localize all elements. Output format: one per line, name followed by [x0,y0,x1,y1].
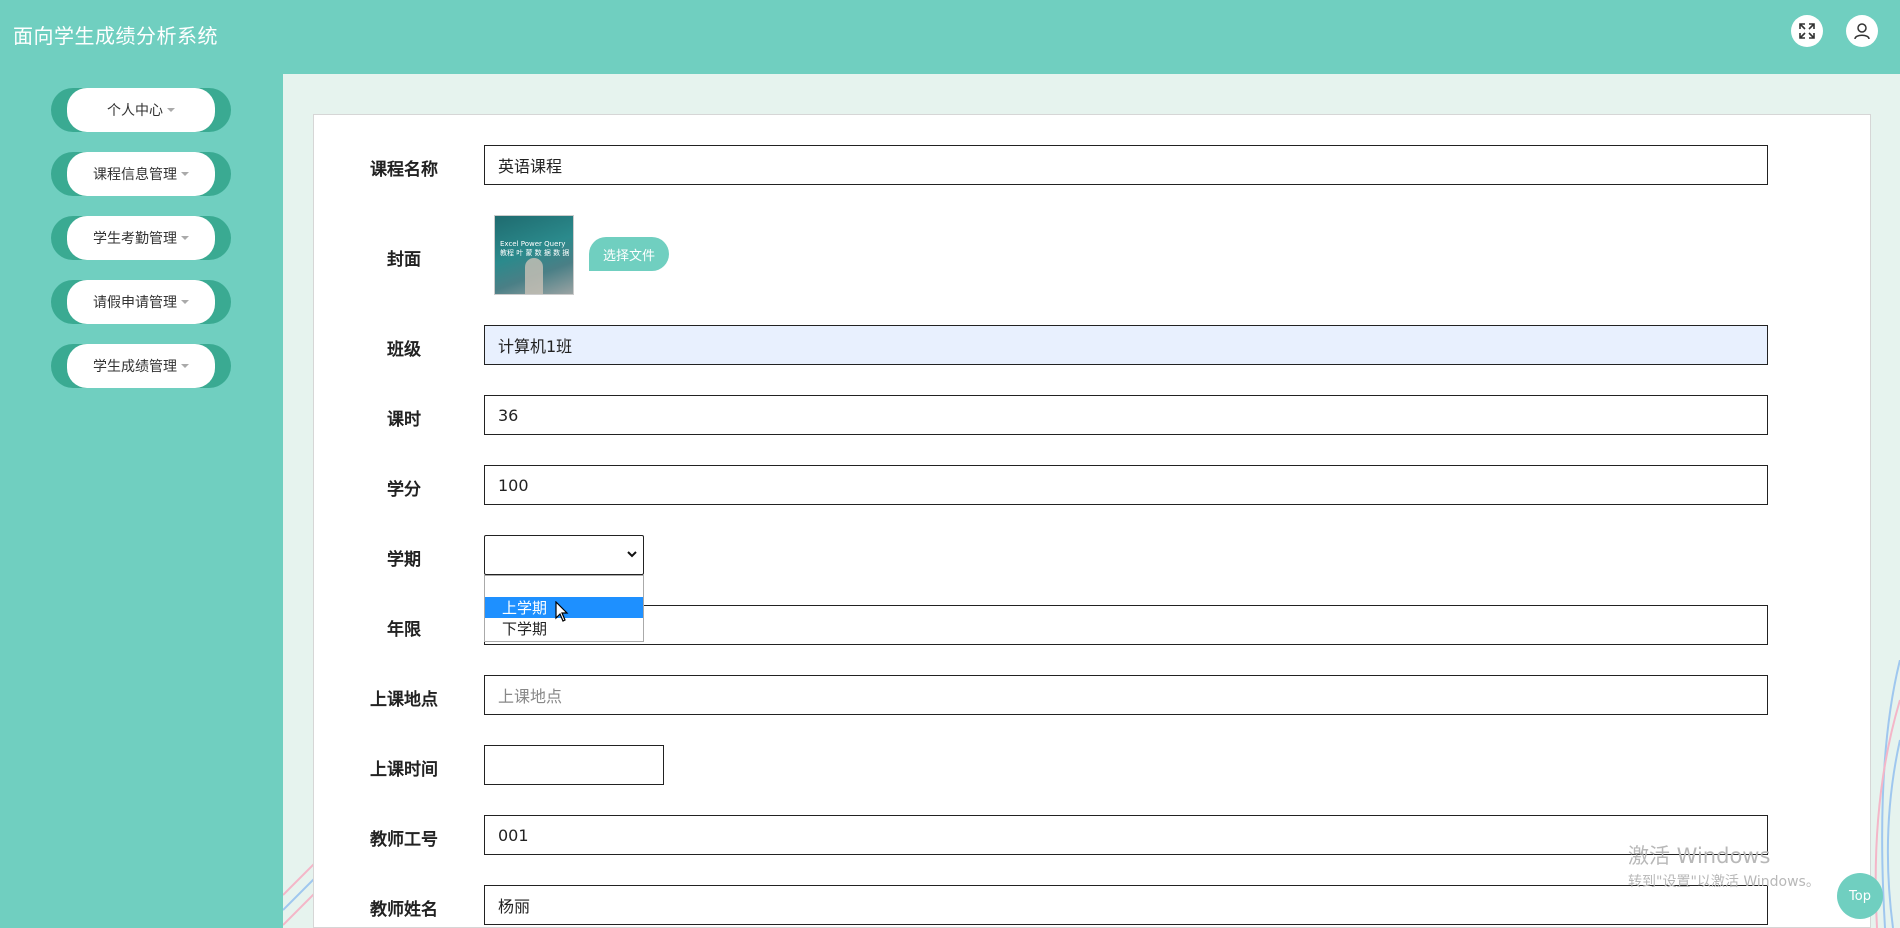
user-profile-button[interactable] [1846,15,1878,47]
sidebar-item-attendance[interactable]: 学生考勤管理 [51,216,231,260]
course-name-label: 课程名称 [370,160,438,180]
course-name-input[interactable]: 英语课程 [484,145,1768,185]
teacher-id-input[interactable]: 001 [484,815,1768,855]
sidebar: 个人中心 课程信息管理 学生考勤管理 请假申请管理 学生成绩管理 [0,74,283,928]
time-input[interactable] [484,745,664,785]
app-title: 面向学生成绩分析系统 [13,24,218,48]
semester-select[interactable] [484,535,644,575]
watermark-line1: 激活 Windows [1628,844,1771,868]
location-label: 上课地点 [370,690,438,710]
sidebar-item-label: 学生成绩管理 [93,359,177,375]
caret-down-icon [181,236,189,240]
years-label: 年限 [387,620,421,640]
teacher-id-label: 教师工号 [370,830,438,850]
caret-down-icon [167,108,175,112]
user-icon [1854,23,1870,40]
sidebar-item-course-info[interactable]: 课程信息管理 [51,152,231,196]
expand-icon [1799,23,1815,39]
chevron-down-icon [627,551,637,558]
teacher-name-input[interactable]: 杨丽 [484,885,1768,925]
choose-file-button[interactable]: 选择文件 [589,237,669,271]
sidebar-item-label: 课程信息管理 [93,167,177,183]
hours-input[interactable]: 36 [484,395,1768,435]
top-header: 面向学生成绩分析系统 [0,0,1900,74]
caret-down-icon [181,364,189,368]
years-input[interactable] [484,605,1768,645]
caret-down-icon [181,172,189,176]
cover-figure [525,258,543,294]
credit-label: 学分 [387,480,421,500]
semester-option-empty[interactable] [485,576,643,597]
teacher-name-label: 教师姓名 [370,900,438,920]
class-label: 班级 [387,340,421,360]
windows-activation-watermark: 激活 Windows 转到"设置"以激活 Windows。 [1628,840,1820,891]
class-input[interactable]: 计算机1班 [484,325,1768,365]
location-input[interactable]: 上课地点 [484,675,1768,715]
sidebar-item-label: 个人中心 [107,103,163,119]
fullscreen-button[interactable] [1791,15,1823,47]
sidebar-item-personal-center[interactable]: 个人中心 [51,88,231,132]
back-to-top-button[interactable]: Top [1837,873,1883,919]
sidebar-item-grades[interactable]: 学生成绩管理 [51,344,231,388]
cover-image: Excel Power Query 教程 叶 蒙 数 据 数 据 [494,215,574,295]
sidebar-item-leave-request[interactable]: 请假申请管理 [51,280,231,324]
hours-label: 课时 [387,410,421,430]
time-label: 上课时间 [370,760,438,780]
sidebar-item-label: 请假申请管理 [93,295,177,311]
mouse-cursor-icon [555,601,569,622]
sidebar-item-label: 学生考勤管理 [93,231,177,247]
watermark-line2: 转到"设置"以激活 Windows。 [1628,874,1820,890]
cover-label: 封面 [387,250,421,270]
cover-image-text: Excel Power Query 教程 叶 蒙 数 据 数 据 [500,240,570,257]
semester-label: 学期 [387,550,421,570]
caret-down-icon [181,300,189,304]
credit-input[interactable]: 100 [484,465,1768,505]
